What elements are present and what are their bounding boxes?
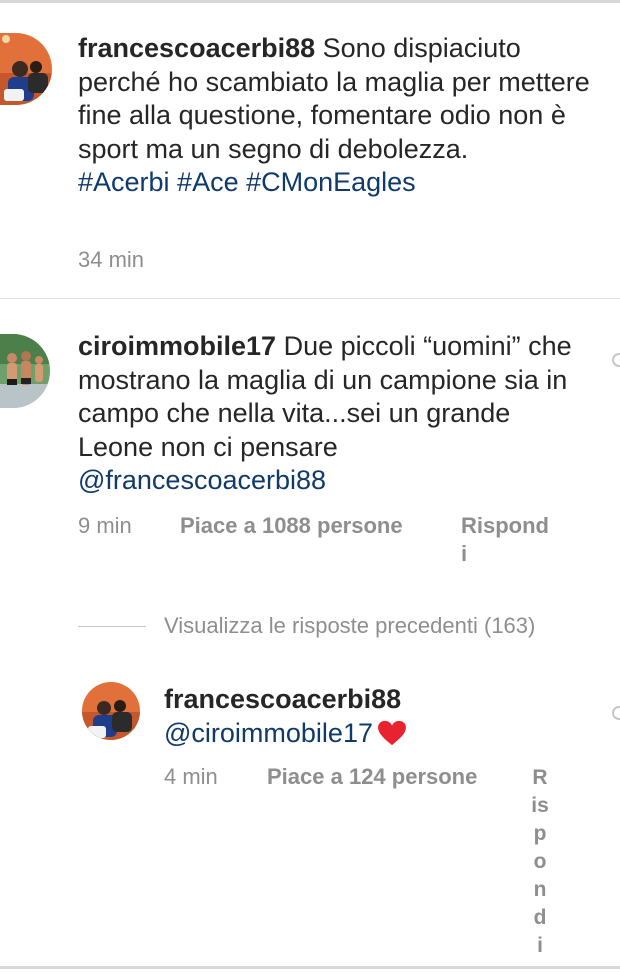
avatar-photo <box>0 33 52 105</box>
heart-icon <box>378 720 406 745</box>
mention-link[interactable]: @ciroimmobile17 <box>164 718 373 748</box>
reply-button[interactable]: Rispondi <box>531 764 549 960</box>
avatar[interactable] <box>0 334 50 408</box>
hashtags-link[interactable]: #Acerbi #Ace #CMonEagles <box>78 167 416 197</box>
comment-time: 9 min <box>78 513 132 538</box>
comment-divider <box>0 298 620 299</box>
comment-time: 34 min <box>78 247 145 272</box>
likes-count[interactable]: Piace a 124 persone <box>267 763 477 791</box>
avatar[interactable] <box>0 33 52 105</box>
view-previous-replies[interactable]: Visualizza le risposte precedenti (163) <box>164 612 535 640</box>
bottom-divider <box>0 966 620 969</box>
avatar-photo <box>82 682 140 740</box>
reply-time: 4 min <box>164 764 218 789</box>
replies-dash <box>78 626 146 627</box>
comment-body: ciroimmobile17 Due piccoli “uomini” che … <box>78 330 590 498</box>
top-divider <box>0 0 620 3</box>
comment-username[interactable]: ciroimmobile17 <box>78 331 276 361</box>
like-heart-icon[interactable] <box>612 706 620 720</box>
like-heart-icon[interactable] <box>612 353 620 367</box>
reply-button[interactable]: Rispondi <box>461 512 553 568</box>
avatar-photo <box>0 334 50 408</box>
reply-body: francescoacerbi88 @ciroimmobile17 <box>164 683 584 750</box>
reply-username[interactable]: francescoacerbi88 <box>164 684 401 714</box>
avatar[interactable] <box>82 682 140 740</box>
comment-username[interactable]: francescoacerbi88 <box>78 33 315 63</box>
likes-count[interactable]: Piace a 1088 persone <box>180 512 403 540</box>
comment-body: francescoacerbi88 Sono dispiaciuto perch… <box>78 32 598 200</box>
mention-link[interactable]: @francescoacerbi88 <box>78 465 326 495</box>
